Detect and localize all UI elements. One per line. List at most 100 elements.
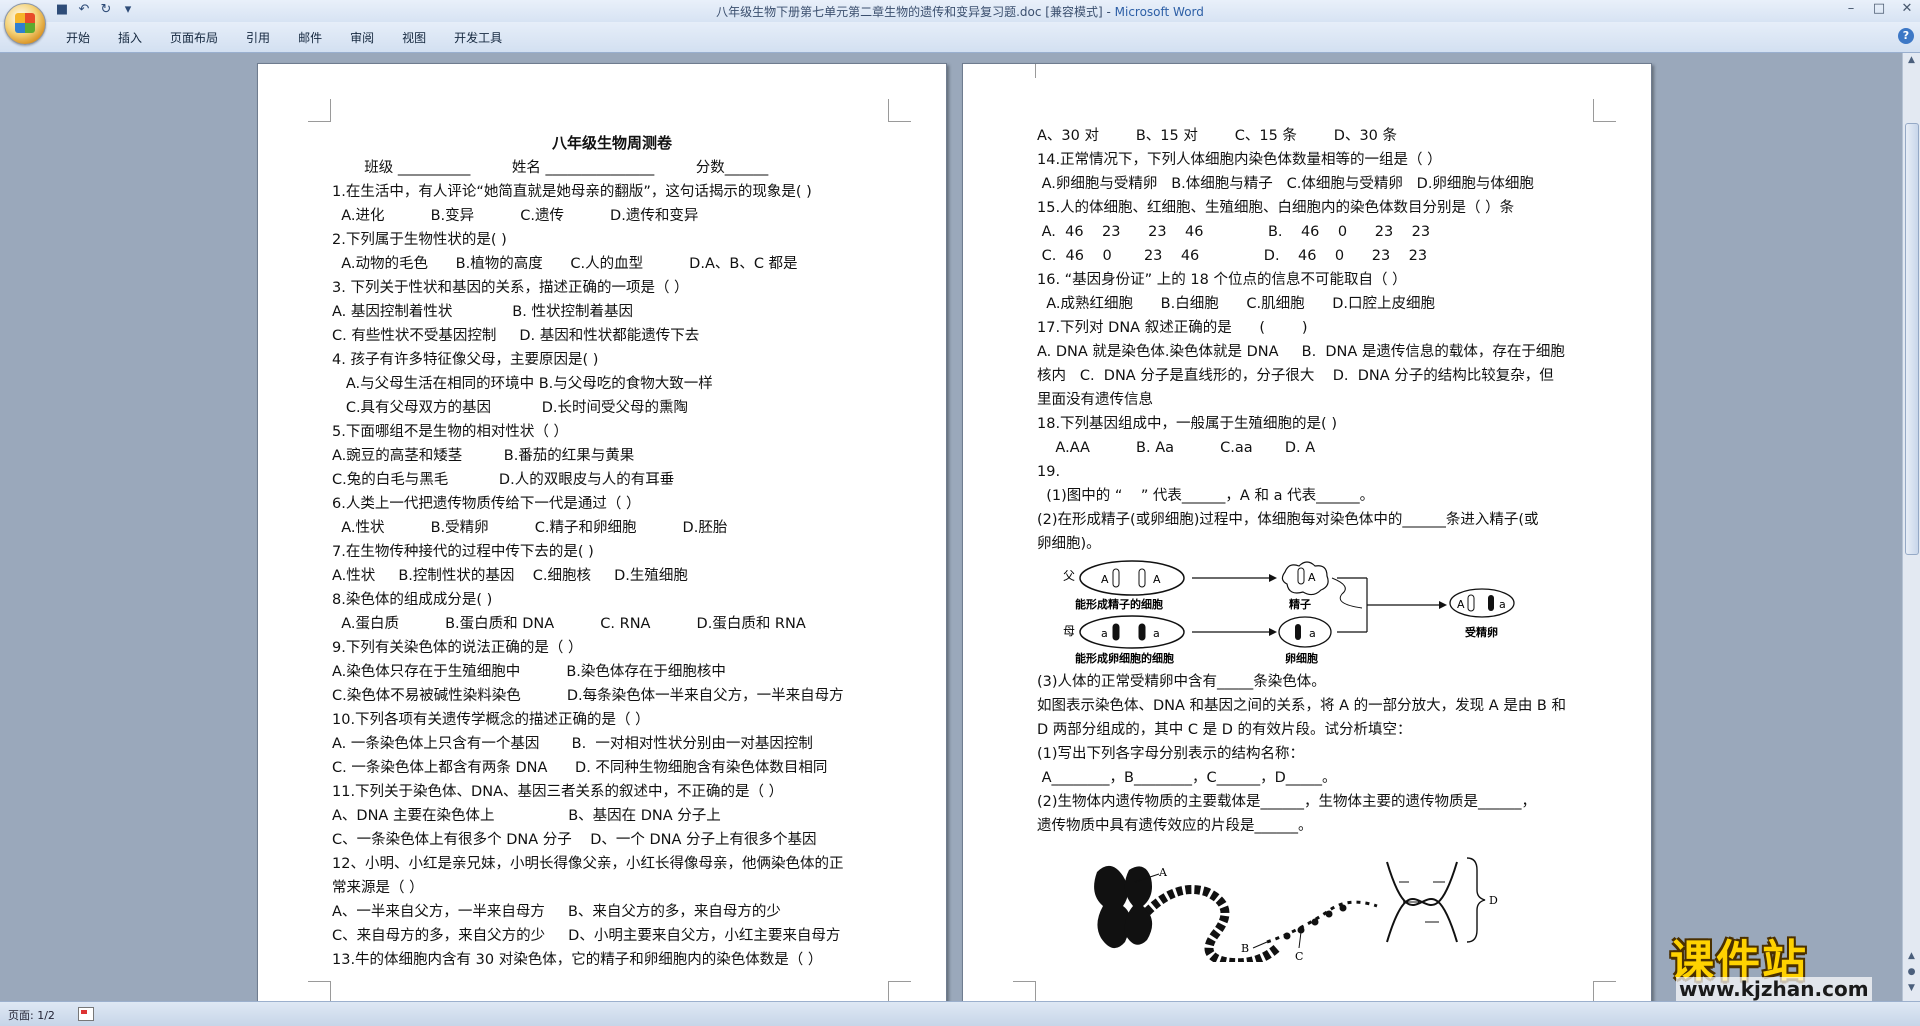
text-line: A________，B________，C______，D_____。	[1037, 770, 1337, 786]
tab-mailings[interactable]: 邮件	[284, 29, 336, 47]
label-d: D	[1489, 894, 1498, 907]
text-line: 9.下列有关染色体的说法正确的是（ ）	[332, 640, 583, 656]
text-line: 常来源是（ ）	[332, 880, 424, 896]
proofing-icon[interactable]	[78, 1007, 94, 1021]
title-bar: ■ ↶ ↻ ▾ 八年级生物下册第七单元第二章生物的遗传和变异复习题.doc [兼…	[0, 0, 1920, 22]
text-line: A.AA B. Aa C.aa D. A	[1037, 440, 1316, 456]
label-b: B	[1241, 942, 1249, 955]
page-2-text: A、30 对 B、15 对 C、15 条 D、30 条 14.正常情况下，下列人…	[1037, 124, 1597, 968]
ribbon: 开始 插入 页面布局 引用 邮件 审阅 视图 开发工具 ?	[0, 22, 1920, 53]
close-icon[interactable]: ✕	[1900, 1, 1914, 16]
svg-text:A: A	[1153, 573, 1161, 586]
chromosome-dna-figure: A B C D	[1087, 852, 1607, 968]
watermark-url: www.kjzhan.com	[1676, 977, 1872, 1001]
text-line: 11.下列关于染色体、DNA、基因三者关系的叙述中，不正确的是（ ）	[332, 784, 784, 800]
text-line: 3. 下列关于性状和基因的关系，描述正确的一项是（ ）	[332, 280, 689, 296]
page-indicator[interactable]: 页面: 1/2	[8, 1007, 55, 1023]
text-line: 5.下面哪组不是生物的相对性状（ ）	[332, 424, 568, 440]
inheritance-diagram: 父 A A 能形成精子的细胞 A 精子 母 a a 能形成卵细胞的细胞 a 卵细…	[1057, 558, 1577, 668]
text-line: 18.下列基因组成中，一般属于生殖细胞的是( )	[1037, 416, 1337, 432]
text-line: D 两部分组成的，其中 C 是 D 的有效片段。试分析填空：	[1037, 722, 1412, 738]
svg-text:a: a	[1499, 598, 1506, 611]
arrow-icon	[1269, 628, 1277, 636]
tab-insert[interactable]: 插入	[104, 29, 156, 47]
document-page-2[interactable]: A、30 对 B、15 对 C、15 条 D、30 条 14.正常情况下，下列人…	[962, 63, 1652, 1005]
text-line: 里面没有遗传信息	[1037, 392, 1153, 408]
minimize-icon[interactable]: –	[1844, 1, 1858, 16]
text-line: C、来自母方的多，来自父方的少 D、小明主要来自父方，小红主要来自母方	[332, 928, 841, 944]
next-page-icon[interactable]: ▼	[1906, 983, 1917, 994]
chromosome-icon	[1112, 568, 1120, 588]
svg-text:A: A	[1457, 598, 1465, 611]
page-title: 八年级生物周测卷	[551, 134, 672, 152]
text-line: A.豌豆的高茎和矮茎 B.番茄的红果与黄果	[332, 448, 635, 464]
status-bar: 页面: 1/2	[0, 1001, 1920, 1026]
vertical-scrollbar[interactable]: ▲ ▲ ● ▼	[1902, 53, 1920, 1001]
text-line: A.卵细胞与受精卵 B.体细胞与精子 C.体细胞与受精卵 D.卵细胞与体细胞	[1037, 176, 1534, 192]
text-line: 卵细胞)。	[1037, 536, 1101, 552]
text-line: (2)在形成精子(或卵细胞)过程中，体细胞每对染色体中的______条进入精子(…	[1037, 512, 1539, 528]
tab-home[interactable]: 开始	[52, 29, 104, 47]
zygote-label: 受精卵	[1465, 625, 1498, 639]
egg-parent-label: 能形成卵细胞的细胞	[1075, 651, 1174, 665]
dna-strand	[1386, 861, 1458, 943]
text-line: A.性状 B.控制性状的基因 C.细胞核 D.生殖细胞	[332, 568, 688, 584]
select-browse-object-icon[interactable]: ●	[1906, 967, 1917, 978]
text-line: A.进化 B.变异 C.遗传 D.遗传和变异	[332, 208, 699, 224]
text-line: 12、小明、小红是亲兄妹，小明长得像父亲，小红长得像母亲，他俩染色体的正	[332, 856, 844, 872]
tab-developer[interactable]: 开发工具	[440, 29, 516, 47]
text-line: 核内 C. DNA 分子是直线形的，分子很大 D. DNA 分子的结构比较复杂，…	[1037, 368, 1554, 384]
chromosome-shape	[1094, 865, 1131, 949]
scroll-up-icon[interactable]: ▲	[1906, 55, 1917, 66]
document-name: 八年级生物下册第七单元第二章生物的遗传和变异复习题.doc [兼容模式]	[716, 5, 1103, 19]
office-button[interactable]	[4, 3, 46, 45]
text-line: 2.下列属于生物性状的是( )	[332, 232, 507, 248]
sperm-cell	[1281, 561, 1329, 596]
text-line: A. DNA 就是染色体.染色体就是 DNA B. DNA 是遗传信息的载体，存…	[1037, 344, 1565, 360]
previous-page-icon[interactable]: ▲	[1906, 951, 1917, 962]
brace-icon	[1466, 857, 1486, 943]
text-line: 16. “基因身份证” 上的 18 个位点的信息不可能取自（ ）	[1037, 272, 1407, 288]
arrow-icon	[1269, 574, 1277, 582]
tab-view[interactable]: 视图	[388, 29, 440, 47]
text-line: 4. 孩子有许多特征像父母，主要原因是( )	[332, 352, 599, 368]
ribbon-tabs: 开始 插入 页面布局 引用 邮件 审阅 视图 开发工具	[52, 29, 516, 47]
help-icon[interactable]: ?	[1898, 28, 1914, 44]
text-line: 6.人类上一代把遗传物质传给下一代是通过（ ）	[332, 496, 641, 512]
label-c: C	[1295, 950, 1303, 962]
svg-text:a: a	[1309, 627, 1316, 640]
sperm-parent-cell	[1079, 560, 1185, 596]
chromosome-icon	[1138, 568, 1146, 588]
egg-cell	[1278, 616, 1332, 648]
nucleosome-chain	[1266, 900, 1378, 944]
arrow-icon	[1439, 601, 1447, 609]
maximize-icon[interactable]: □	[1872, 1, 1886, 16]
text-line: A.动物的毛色 B.植物的高度 C.人的血型 D.A、B、C 都是	[332, 256, 798, 272]
text-line: C. 有些性状不受基因控制 D. 基因和性状都能遗传下去	[332, 328, 700, 344]
office-logo-icon	[15, 13, 35, 33]
text-line: C、一条染色体上有很多个 DNA 分子 D、一个 DNA 分子上有很多个基因	[332, 832, 817, 848]
egg-parent-cell	[1079, 615, 1185, 649]
scrollbar-thumb[interactable]	[1905, 123, 1919, 555]
tab-page-layout[interactable]: 页面布局	[156, 29, 232, 47]
text-line: C.兔的白毛与黑毛 D.人的双眼皮与人的有耳垂	[332, 472, 675, 488]
window-controls: – □ ✕	[1844, 1, 1914, 16]
text-line: C. 一条染色体上都含有两条 DNA D. 不同种生物细胞含有染色体数目相同	[332, 760, 828, 776]
document-page-1[interactable]: 八年级生物周测卷 班级 __________ 姓名 ______________…	[257, 63, 947, 1005]
svg-text:a: a	[1153, 627, 1160, 640]
mother-label: 母	[1063, 624, 1075, 638]
text-line: A.蛋白质 B.蛋白质和 DNA C. RNA D.蛋白质和 RNA	[332, 616, 806, 632]
text-line: A.与父母生活在相同的环境中 B.与父母吃的食物大致一样	[332, 376, 713, 392]
text-line: (2)生物体内遗传物质的主要载体是______，生物体主要的遗传物质是_____…	[1037, 794, 1537, 810]
text-line: 1.在生活中，有人评论“她简直就是她母亲的翻版”，这句话揭示的现象是( )	[332, 184, 812, 200]
text-line: 19.	[1037, 464, 1061, 480]
tab-references[interactable]: 引用	[232, 29, 284, 47]
text-line: (3)人体的正常受精卵中含有_____条染色体。	[1037, 674, 1326, 690]
tab-review[interactable]: 审阅	[336, 29, 388, 47]
app-name: Microsoft Word	[1114, 5, 1204, 19]
text-line: 遗传物质中具有遗传效应的片段是______。	[1037, 818, 1313, 834]
text-line: 如图表示染色体、DNA 和基因之间的关系，将 A 的一部分放大，发现 A 是由 …	[1037, 698, 1566, 714]
text-line: A、一半来自父方，一半来自母方 B、来自父方的多，来自母方的少	[332, 904, 781, 920]
text-line: C.具有父母双方的基因 D.长时间受父母的熏陶	[332, 400, 689, 416]
page-1-text: 八年级生物周测卷 班级 __________ 姓名 ______________…	[332, 130, 892, 972]
